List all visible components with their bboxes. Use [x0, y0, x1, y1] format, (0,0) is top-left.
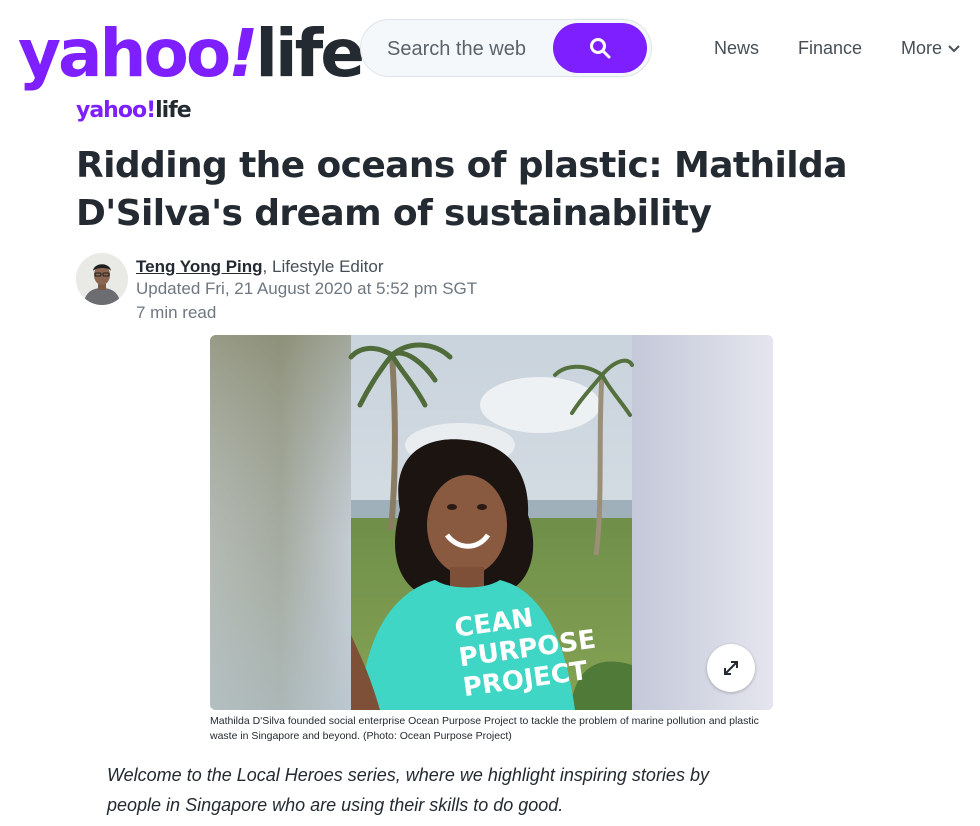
yahoo-life-logo[interactable]: yahoo!life	[18, 14, 365, 94]
brand-life-text: life	[155, 98, 192, 123]
logo-bang: !	[228, 15, 258, 92]
logo-life-text: life	[255, 15, 365, 92]
brand-bang: !	[146, 98, 156, 123]
expand-icon	[724, 661, 738, 675]
search-input[interactable]	[387, 34, 557, 64]
author-name-link[interactable]: Teng Yong Ping	[136, 257, 263, 276]
search-bar	[360, 19, 652, 77]
nav-news-link[interactable]: News	[714, 38, 759, 59]
author-byline: Teng Yong Ping, Lifestyle Editor	[136, 255, 384, 279]
nav-more-menu[interactable]: More	[901, 38, 960, 59]
author-avatar[interactable]	[76, 253, 128, 305]
expand-image-button[interactable]	[707, 644, 755, 692]
article-hero-image[interactable]: CEAN PURPOSE PROJECT	[210, 335, 773, 710]
author-avatar-image	[76, 253, 128, 305]
hero-photo: CEAN PURPOSE PROJECT	[210, 335, 773, 710]
search-icon	[590, 38, 611, 59]
author-role: , Lifestyle Editor	[262, 257, 384, 276]
image-caption: Mathilda D'Silva founded social enterpri…	[210, 715, 759, 742]
article-intro: Welcome to the Local Heroes series, wher…	[107, 765, 709, 815]
read-time: 7 min read	[136, 303, 217, 322]
brand-yahoo-text: yahoo	[76, 98, 147, 123]
article-brand-logo[interactable]: yahoo!life	[76, 98, 192, 123]
site-header: yahoo!life News Finance More	[0, 0, 980, 96]
logo-yahoo-text: yahoo	[18, 15, 231, 92]
updated-timestamp: Updated Fri, 21 August 2020 at 5:52 pm S…	[136, 279, 478, 298]
nav-finance-link[interactable]: Finance	[798, 38, 862, 59]
search-button[interactable]	[553, 23, 647, 73]
article-title: Ridding the oceans of plastic: Mathilda …	[76, 145, 848, 234]
chevron-down-icon	[948, 45, 960, 53]
nav-more-label: More	[901, 38, 943, 58]
